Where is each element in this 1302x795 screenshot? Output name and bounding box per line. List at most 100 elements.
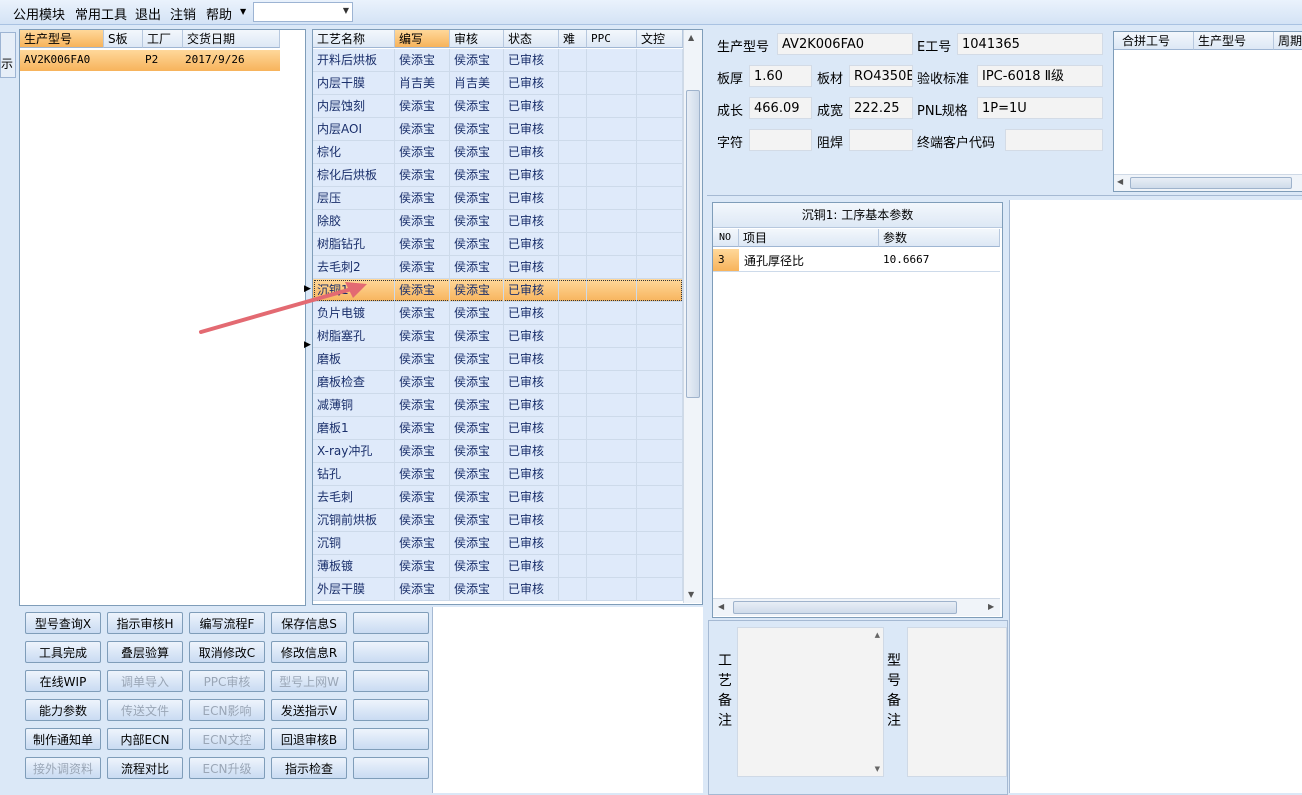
table-row[interactable]: 棕化 侯添宝 侯添宝 已审核	[313, 141, 683, 164]
character-field[interactable]	[749, 129, 812, 151]
blank-button[interactable]	[353, 728, 429, 750]
table-row[interactable]: 内层蚀刻 侯添宝 侯添宝 已审核	[313, 95, 683, 118]
action-button-5-1[interactable]: 流程对比	[107, 757, 183, 779]
standard-field[interactable]: IPC-6018 Ⅱ级	[977, 65, 1103, 87]
column-header-item[interactable]: 项目	[739, 229, 879, 247]
scroll-down-icon[interactable]: ▼	[875, 765, 880, 773]
model-field[interactable]: AV2K006FA0	[777, 33, 913, 55]
action-button-1-1[interactable]: 叠层验算	[107, 641, 183, 663]
horizontal-scrollbar[interactable]: ◀ ▶	[713, 598, 1000, 616]
action-button-0-3[interactable]: 保存信息S	[271, 612, 347, 634]
blank-button[interactable]	[353, 641, 429, 663]
menu-logout[interactable]: 注销	[170, 4, 196, 23]
table-row[interactable]: 层压 侯添宝 侯添宝 已审核	[313, 187, 683, 210]
action-button-5-0[interactable]: 接外调资料	[25, 757, 101, 779]
e-no-field[interactable]: 1041365	[957, 33, 1103, 55]
action-button-2-1[interactable]: 调单导入	[107, 670, 183, 692]
scroll-down-icon[interactable]: ▼	[688, 590, 694, 599]
scroll-up-icon[interactable]: ▲	[875, 631, 880, 639]
table-row[interactable]: 除胶 侯添宝 侯添宝 已审核	[313, 210, 683, 233]
column-header-param[interactable]: 参数	[879, 229, 1000, 247]
action-button-3-0[interactable]: 能力参数	[25, 699, 101, 721]
process-note-textarea[interactable]: ▲ ▼	[737, 627, 884, 777]
column-header-period[interactable]: 周期	[1274, 32, 1302, 50]
chevron-down-icon[interactable]: ▼	[240, 7, 246, 16]
scroll-left-icon[interactable]: ◀	[718, 602, 724, 611]
solder-mask-field[interactable]	[849, 129, 913, 151]
action-button-0-0[interactable]: 型号查询X	[25, 612, 101, 634]
blank-button[interactable]	[353, 757, 429, 779]
menu-combo-box[interactable]: ▼	[253, 2, 353, 22]
width-field[interactable]: 222.25	[849, 97, 913, 119]
action-button-0-1[interactable]: 指示审核H	[107, 612, 183, 634]
action-button-3-3[interactable]: 发送指示V	[271, 699, 347, 721]
table-row[interactable]: 内层干膜 肖吉美 肖吉美 已审核	[313, 72, 683, 95]
table-row[interactable]: 3 通孔厚径比 10.6667	[713, 249, 1000, 272]
column-header-no[interactable]: NO	[713, 229, 739, 247]
action-button-1-0[interactable]: 工具完成	[25, 641, 101, 663]
action-button-3-2[interactable]: ECN影响	[189, 699, 265, 721]
table-row[interactable]: 钻孔 侯添宝 侯添宝 已审核	[313, 463, 683, 486]
table-row[interactable]: 棕化后烘板 侯添宝 侯添宝 已审核	[313, 164, 683, 187]
horizontal-scrollbar[interactable]: ◀	[1114, 174, 1302, 191]
action-button-5-3[interactable]: 指示检查	[271, 757, 347, 779]
table-row[interactable]: 去毛刺2 侯添宝 侯添宝 已审核	[313, 256, 683, 279]
table-row[interactable]: 外层干膜 侯添宝 侯添宝 已审核	[313, 578, 683, 601]
blank-button[interactable]	[353, 612, 429, 634]
scroll-left-icon[interactable]: ◀	[1117, 177, 1123, 186]
table-row[interactable]: X-ray冲孔 侯添宝 侯添宝 已审核	[313, 440, 683, 463]
column-header-writer[interactable]: 编写	[395, 30, 450, 48]
column-header-process-name[interactable]: 工艺名称	[313, 30, 395, 48]
side-tab[interactable]: 示	[0, 32, 16, 78]
menu-public-module[interactable]: 公用模块	[13, 4, 65, 23]
column-header-delivery[interactable]: 交货日期	[183, 30, 280, 48]
table-row[interactable]: 磨板检查 侯添宝 侯添宝 已审核	[313, 371, 683, 394]
customer-code-field[interactable]	[1005, 129, 1103, 151]
action-button-1-2[interactable]: 取消修改C	[189, 641, 265, 663]
action-button-3-1[interactable]: 传送文件	[107, 699, 183, 721]
column-header-status[interactable]: 状态	[504, 30, 559, 48]
table-row[interactable]: AV2K006FA0 P2 2017/9/26	[20, 50, 280, 71]
column-header-ppc[interactable]: PPC	[587, 30, 637, 48]
column-header-model[interactable]: 生产型号	[20, 30, 104, 48]
vertical-scrollbar[interactable]: ▲ ▼	[683, 30, 702, 603]
table-row[interactable]: 内层AOI 侯添宝 侯添宝 已审核	[313, 118, 683, 141]
scroll-right-icon[interactable]: ▶	[988, 602, 994, 611]
menu-common-tools[interactable]: 常用工具	[75, 4, 127, 23]
table-row[interactable]: 去毛刺 侯添宝 侯添宝 已审核	[313, 486, 683, 509]
action-button-2-3[interactable]: 型号上网W	[271, 670, 347, 692]
action-button-4-3[interactable]: 回退审核B	[271, 728, 347, 750]
action-button-4-1[interactable]: 内部ECN	[107, 728, 183, 750]
action-button-4-0[interactable]: 制作通知单	[25, 728, 101, 750]
blank-button[interactable]	[353, 699, 429, 721]
scrollbar-thumb[interactable]	[733, 601, 957, 614]
table-row[interactable]: 树脂钻孔 侯添宝 侯添宝 已审核	[313, 233, 683, 256]
column-header-doc-control[interactable]: 文控	[637, 30, 683, 48]
action-button-1-3[interactable]: 修改信息R	[271, 641, 347, 663]
column-header-difficulty[interactable]: 难	[559, 30, 587, 48]
table-row[interactable]: 沉铜前烘板 侯添宝 侯添宝 已审核	[313, 509, 683, 532]
length-field[interactable]: 466.09	[749, 97, 812, 119]
chevron-down-icon[interactable]: ▼	[343, 6, 349, 15]
action-button-2-2[interactable]: PPC审核	[189, 670, 265, 692]
model-note-textarea[interactable]	[907, 627, 1007, 777]
scrollbar-thumb[interactable]	[686, 90, 700, 398]
table-row[interactable]: 开料后烘板 侯添宝 侯添宝 已审核	[313, 49, 683, 72]
menu-exit[interactable]: 退出	[135, 4, 161, 23]
table-row[interactable]: 磨板1 侯添宝 侯添宝 已审核	[313, 417, 683, 440]
table-row[interactable]: 磨板 侯添宝 侯添宝 已审核	[313, 348, 683, 371]
pnl-field[interactable]: 1P=1U	[977, 97, 1103, 119]
blank-button[interactable]	[353, 670, 429, 692]
material-field[interactable]: RO4350B	[849, 65, 913, 87]
column-header-merge-no[interactable]: 合拼工号	[1114, 32, 1194, 50]
action-button-0-2[interactable]: 编写流程F	[189, 612, 265, 634]
table-row[interactable]: 沉铜 侯添宝 侯添宝 已审核	[313, 532, 683, 555]
column-header-factory[interactable]: 工厂	[143, 30, 183, 48]
scrollbar-thumb[interactable]	[1130, 177, 1292, 189]
thickness-field[interactable]: 1.60	[749, 65, 812, 87]
menu-help[interactable]: 帮助	[206, 4, 232, 23]
table-row[interactable]: 减薄铜 侯添宝 侯添宝 已审核	[313, 394, 683, 417]
table-row[interactable]: 薄板镀 侯添宝 侯添宝 已审核	[313, 555, 683, 578]
action-button-4-2[interactable]: ECN文控	[189, 728, 265, 750]
column-header-merge-model[interactable]: 生产型号	[1194, 32, 1274, 50]
